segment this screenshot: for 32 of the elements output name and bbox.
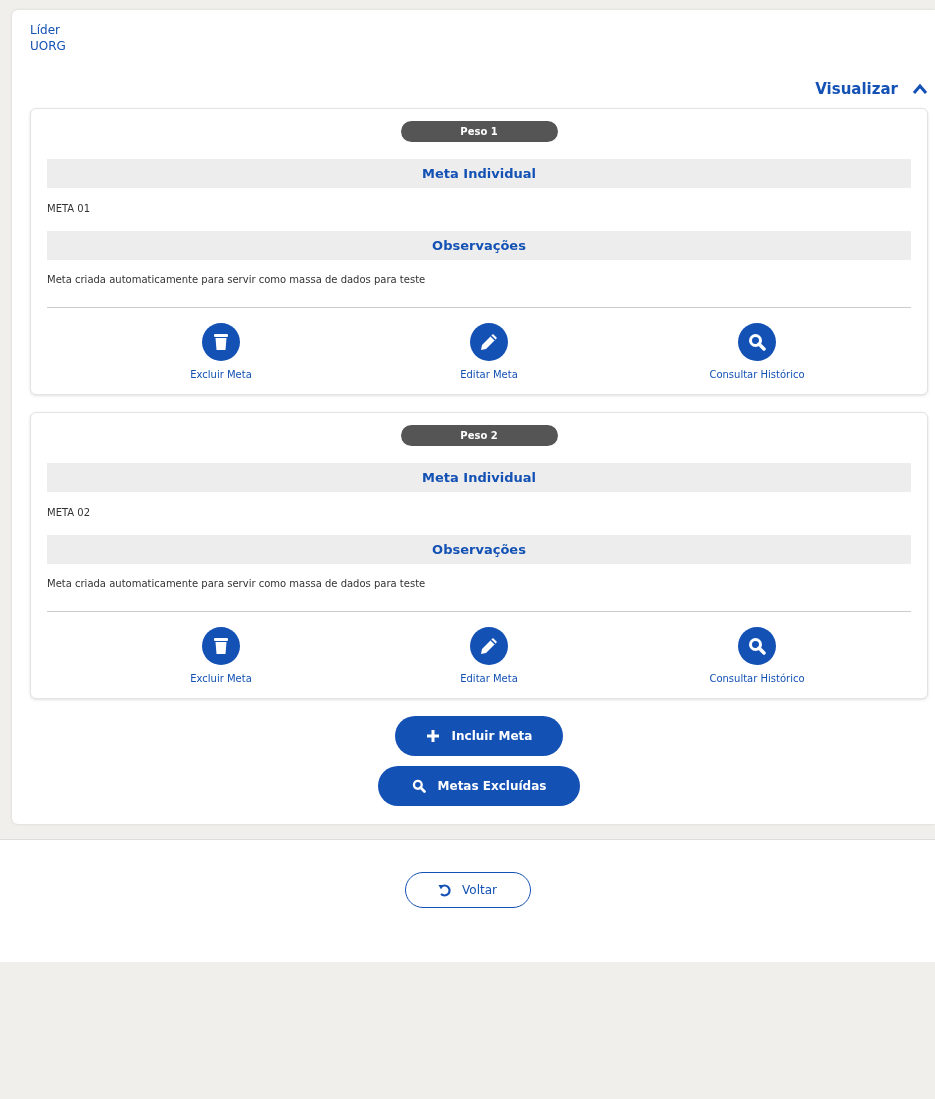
- weight-badge: Peso 2: [400, 425, 558, 446]
- search-icon: [411, 779, 426, 793]
- goal-text: META 01: [47, 203, 92, 214]
- header-text: Líder: [30, 22, 61, 38]
- weight-badge: Peso 1: [400, 121, 558, 142]
- plus-icon: [425, 729, 440, 743]
- action-button[interactable]: Consultar Histórico: [623, 627, 891, 684]
- header-text: UORG: [30, 38, 67, 54]
- notes-text: Meta criada automaticamente para servir como massa de dados para teste: [47, 578, 427, 589]
- deleted-goals-button[interactable]: Metas Excluídas: [378, 766, 580, 806]
- section-heading: Meta Individual: [47, 463, 911, 492]
- section-heading: Observações: [47, 231, 911, 260]
- action-button[interactable]: Editar Meta: [355, 323, 623, 380]
- chevron-icon: [912, 84, 928, 94]
- pencil-icon: [480, 637, 498, 655]
- goal-text: META 02: [47, 507, 92, 518]
- action-button[interactable]: Excluir Meta: [87, 627, 355, 684]
- trash-icon: [213, 637, 229, 655]
- action-button[interactable]: Editar Meta: [355, 627, 623, 684]
- pencil-icon: [480, 333, 498, 351]
- section-heading: Observações: [47, 535, 911, 564]
- add-goal-button[interactable]: Incluir Meta: [395, 716, 563, 756]
- notes-text: Meta criada automaticamente para servir como massa de dados para teste: [47, 274, 427, 285]
- trash-icon: [213, 333, 229, 351]
- search-icon: [748, 333, 766, 351]
- action-button[interactable]: Consultar Histórico: [623, 323, 891, 380]
- back-button[interactable]: Voltar: [404, 872, 531, 908]
- visualize-toggle[interactable]: Visualizar: [815, 80, 928, 98]
- search-icon: [748, 637, 766, 655]
- undo-icon: [438, 883, 452, 897]
- action-button[interactable]: Excluir Meta: [87, 323, 355, 380]
- section-heading: Meta Individual: [47, 159, 911, 188]
